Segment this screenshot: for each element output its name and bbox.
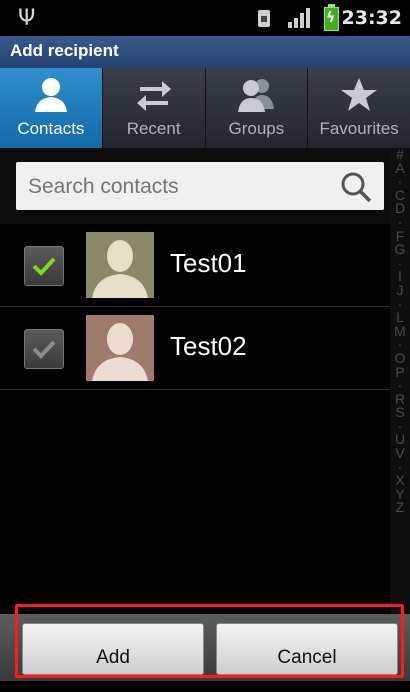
sim-icon bbox=[258, 10, 270, 27]
index-letter[interactable]: Z bbox=[390, 501, 410, 515]
tab-contacts[interactable]: Contacts bbox=[0, 68, 103, 148]
tab-label: Groups bbox=[228, 119, 285, 138]
person-icon bbox=[34, 78, 67, 112]
alphabet-index[interactable]: # A · C D · F G · I J · L M · O P · R S … bbox=[390, 147, 410, 614]
search-icon[interactable] bbox=[340, 171, 372, 203]
tab-recent[interactable]: Recent bbox=[103, 68, 206, 148]
tab-label: Favourites bbox=[319, 119, 399, 138]
check-icon bbox=[32, 257, 56, 276]
tab-bar: Contacts Recent Groups Favourites bbox=[0, 68, 410, 148]
list-item[interactable]: Test01 bbox=[0, 224, 390, 307]
contact-checkbox[interactable] bbox=[24, 329, 64, 369]
contact-checkbox[interactable] bbox=[24, 246, 64, 286]
title-bar: Add recipient bbox=[0, 36, 410, 68]
bottom-action-bar: Add Cancel bbox=[0, 614, 410, 681]
tab-label: Recent bbox=[126, 119, 181, 138]
search-input[interactable] bbox=[26, 168, 330, 206]
tab-groups[interactable]: Groups bbox=[206, 68, 309, 148]
avatar bbox=[86, 232, 154, 298]
tab-label: Contacts bbox=[17, 119, 85, 138]
status-bar: Ψ ϟ 23:32 bbox=[0, 0, 410, 36]
battery-charging-icon: ϟ bbox=[324, 4, 339, 31]
signal-icon bbox=[288, 8, 312, 28]
tab-favourites[interactable]: Favourites bbox=[308, 68, 410, 148]
list-item[interactable]: Test02 bbox=[0, 307, 390, 390]
search-area bbox=[0, 148, 390, 224]
contact-list: Test01 Test02 bbox=[0, 224, 390, 614]
search-box[interactable] bbox=[16, 162, 384, 210]
contact-name: Test01 bbox=[170, 248, 247, 278]
star-icon bbox=[341, 78, 378, 111]
add-button[interactable]: Add bbox=[22, 623, 204, 675]
avatar bbox=[86, 315, 154, 381]
cancel-button[interactable]: Cancel bbox=[216, 623, 398, 675]
check-icon bbox=[32, 340, 56, 359]
group-icon bbox=[238, 79, 275, 112]
contact-name: Test02 bbox=[170, 331, 247, 361]
clock: 23:32 bbox=[341, 7, 402, 29]
page-title: Add recipient bbox=[10, 41, 119, 60]
usb-icon: Ψ bbox=[18, 6, 36, 31]
swap-arrows-icon bbox=[136, 81, 171, 111]
